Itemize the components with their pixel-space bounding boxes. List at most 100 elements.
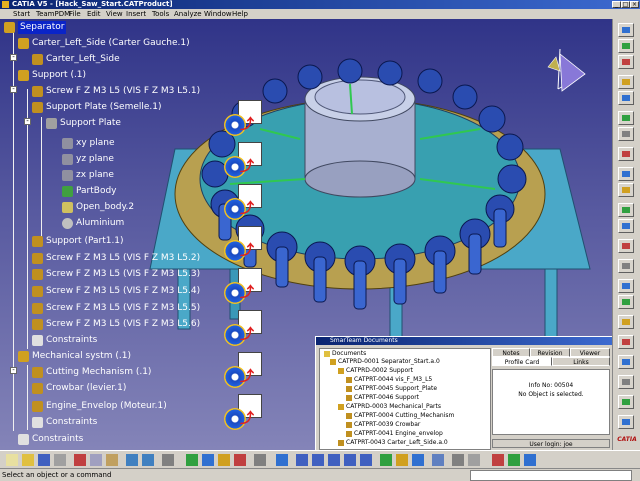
toolbar-button[interactable] (618, 75, 634, 89)
menu-teampdm[interactable]: TeamPDM (36, 9, 70, 19)
toolbar-button[interactable] (618, 295, 634, 309)
toolbar-button[interactable] (618, 203, 634, 217)
constraints-icon (18, 434, 29, 445)
doc-state-icon[interactable]: ⤴ (224, 268, 264, 308)
save-icon[interactable] (38, 454, 50, 466)
redo-icon[interactable] (142, 454, 154, 466)
copy-icon[interactable] (90, 454, 102, 466)
toolbar-button[interactable] (618, 219, 634, 233)
document-row[interactable]: CATPRD-0002 Support (338, 367, 413, 375)
document-row[interactable]: CATPRT-0046 Support (346, 394, 419, 402)
menu-file[interactable]: File (69, 9, 81, 19)
toolbar-button[interactable] (202, 454, 214, 466)
document-row[interactable]: CATPRD-0001 Separator_Start.a.0 (330, 358, 440, 366)
whats-this-icon[interactable] (162, 454, 174, 466)
fly-mode-icon[interactable] (276, 454, 288, 466)
toolbar-button[interactable] (618, 315, 634, 329)
toolbar-button[interactable] (618, 279, 634, 293)
compass-widget[interactable] (547, 48, 586, 92)
command-input[interactable] (470, 470, 632, 481)
catia-app-icon[interactable] (2, 1, 9, 8)
zoom-in-icon[interactable] (344, 454, 356, 466)
maximize-button[interactable]: □ (621, 1, 630, 8)
toolbar-button[interactable] (254, 454, 266, 466)
doc-state-icon[interactable]: ⤴ (224, 352, 264, 392)
document-row[interactable]: CATPRT-0044 vis_F_M3_L5 (346, 376, 432, 384)
toolbar-button[interactable] (618, 55, 634, 69)
menu-window[interactable]: Window (204, 9, 232, 19)
tab-notes[interactable]: Notes (492, 348, 530, 357)
undo-icon[interactable] (126, 454, 138, 466)
toolbar-button[interactable] (618, 395, 634, 409)
toolbar-button[interactable] (618, 183, 634, 197)
multi-view-icon[interactable] (396, 454, 408, 466)
new-icon[interactable] (6, 454, 18, 466)
toolbar-button[interactable] (618, 39, 634, 53)
iso-view-icon[interactable] (412, 454, 424, 466)
expand-toggle[interactable]: - (10, 54, 17, 61)
swap-visible-space-icon[interactable] (468, 454, 480, 466)
paste-icon[interactable] (106, 454, 118, 466)
normal-view-icon[interactable] (380, 454, 392, 466)
close-button[interactable]: × (630, 1, 639, 8)
toolbar-button[interactable] (218, 454, 230, 466)
tab-revision[interactable]: Revision (530, 348, 570, 357)
document-row[interactable]: CATPRT-0039 Crowbar (346, 421, 420, 429)
menu-view[interactable]: View (106, 9, 123, 19)
toolbar-button[interactable] (618, 259, 634, 273)
toolbar-button[interactable] (618, 375, 634, 389)
user-login: User login: joe (492, 439, 610, 448)
toolbar-button[interactable] (618, 355, 634, 369)
fit-all-icon[interactable] (296, 454, 308, 466)
documents-root[interactable]: Documents (324, 350, 366, 358)
toolbar-button[interactable] (234, 454, 246, 466)
toolbar-button[interactable] (618, 335, 634, 349)
part-icon (32, 367, 43, 378)
menu-start[interactable]: Start (13, 9, 30, 19)
toolbar-button[interactable] (618, 111, 634, 125)
tab-profile-card[interactable]: Profile Card (492, 357, 552, 366)
menu-edit[interactable]: Edit (87, 9, 101, 19)
doc-state-icon[interactable]: ⤴ (224, 100, 264, 140)
rotate-icon[interactable] (328, 454, 340, 466)
menu-help[interactable]: Help (232, 9, 248, 19)
print-icon[interactable] (54, 454, 66, 466)
document-row[interactable]: CATPRT-0004 Cutting_Mechanism (346, 412, 454, 420)
doc-state-icon[interactable]: ⤴ (224, 310, 264, 350)
toolbar-button[interactable] (618, 415, 634, 429)
doc-state-icon[interactable]: ⤴ (224, 142, 264, 182)
doc-state-icon[interactable]: ⤴ (224, 226, 264, 266)
menu-analyze[interactable]: Analyze (174, 9, 202, 19)
hide-show-icon[interactable] (452, 454, 464, 466)
toolbar-button[interactable] (618, 167, 634, 181)
zoom-out-icon[interactable] (360, 454, 372, 466)
pan-icon[interactable] (312, 454, 324, 466)
part-icon (32, 253, 43, 264)
toolbar-button[interactable] (186, 454, 198, 466)
expand-toggle[interactable]: - (10, 367, 17, 374)
toolbar-button[interactable] (618, 239, 634, 253)
tab-viewer[interactable]: Viewer (570, 348, 610, 357)
document-row[interactable]: CATPRT-0045 Support_Plate (346, 385, 437, 393)
cut-icon[interactable] (74, 454, 86, 466)
toolbar-button[interactable] (618, 23, 634, 37)
toolbar-button[interactable] (618, 147, 634, 161)
minimize-button[interactable]: _ (612, 1, 621, 8)
shading-icon[interactable] (432, 454, 444, 466)
toolbar-button[interactable] (524, 454, 536, 466)
open-icon[interactable] (22, 454, 34, 466)
menu-tools[interactable]: Tools (152, 9, 169, 19)
toolbar-button[interactable] (618, 91, 634, 105)
doc-state-icon[interactable]: ⤴ (224, 394, 264, 434)
menu-insert[interactable]: Insert (126, 9, 146, 19)
doc-state-icon[interactable]: ⤴ (224, 184, 264, 224)
tab-links[interactable]: Links (552, 357, 610, 366)
expand-toggle[interactable]: - (24, 118, 31, 125)
toolbar-button[interactable] (492, 454, 504, 466)
expand-toggle[interactable]: - (10, 86, 17, 93)
toolbar-button[interactable] (508, 454, 520, 466)
document-row[interactable]: CATPRT-0043 Carter_Left_Side.a.0 (338, 439, 448, 447)
toolbar-button[interactable] (618, 127, 634, 141)
document-row[interactable]: CATPRD-0003 Mechanical_Parts (338, 403, 441, 411)
document-row[interactable]: CATPRT-0041 Engine_envelop (346, 430, 443, 438)
